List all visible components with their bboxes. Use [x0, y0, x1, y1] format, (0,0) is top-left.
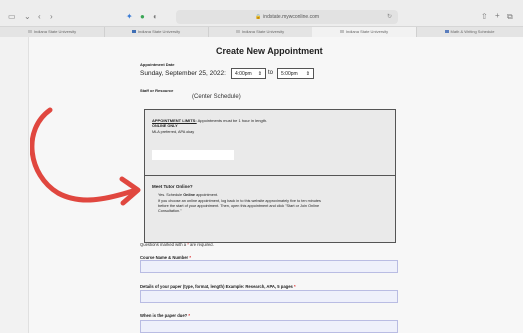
address-bar[interactable]: 🔒 indstate.mywconline.com ↻ [176, 10, 398, 24]
tab-2[interactable]: Indiana State University [104, 27, 209, 37]
favicon-icon [444, 30, 449, 34]
end-time-value: 5:00pm [281, 71, 298, 77]
annotation-arrow-icon [30, 107, 141, 206]
select-arrow-icon: ⇕ [305, 71, 310, 77]
online-option-suffix: appointment. [195, 193, 219, 197]
paper-details-label: Details of your paper (type, format, len… [140, 284, 296, 289]
required-star: * [294, 284, 296, 289]
favicon-icon [235, 30, 240, 34]
staff-resource-label: Staff or Resource [140, 88, 174, 93]
left-sidebar [0, 37, 29, 333]
appointment-date-text: Sunday, September 25, 2022: [140, 70, 226, 77]
tab-1[interactable]: Indiana State University [0, 27, 105, 37]
start-time-value: 4:00pm [235, 71, 252, 77]
tab-4[interactable]: Indiana State University [312, 27, 417, 37]
to-label: to [268, 70, 274, 76]
appointment-date-label: Appointment Date [140, 62, 175, 67]
paper-details-label-text: Details of your paper (type, format, len… [140, 284, 295, 289]
tab-3[interactable]: Indiana State University [208, 27, 313, 37]
favicon-icon [339, 30, 344, 34]
notes-field[interactable] [152, 150, 234, 160]
online-option-prefix: Yes. Schedule [158, 193, 184, 197]
due-date-label: When is the paper due? * [140, 313, 190, 318]
extension-icon[interactable]: ✦ [126, 12, 133, 22]
start-time-select[interactable]: 4:00pm ⇕ [231, 68, 266, 79]
due-date-label-text: When is the paper due? [140, 313, 189, 318]
online-option-bold: Online [183, 193, 196, 197]
lock-icon: 🔒 [254, 14, 262, 20]
browser-window: ▭ ⌄ ‹ › ✦ ● ◐ 🔒 indstate.mywconline.com ↻… [0, 0, 523, 333]
favicon-icon [131, 30, 136, 34]
back-icon[interactable]: ‹ [38, 12, 41, 22]
online-instructions-line1: If you choose an online appointment, log… [158, 199, 321, 203]
required-note-suffix: are required. [188, 242, 214, 247]
tab-label: Indiana State University [137, 29, 181, 34]
share-icon[interactable]: ⇧ [481, 12, 488, 22]
online-instructions-line2: before the start of your appointment. Th… [158, 204, 320, 208]
grammarly-icon[interactable]: ● [140, 12, 145, 22]
forward-icon[interactable]: › [50, 12, 53, 22]
select-arrow-icon: ⇕ [257, 71, 262, 77]
url-text: indstate.mywconline.com [263, 14, 320, 20]
tab-5[interactable]: Math & Writing Schedule [416, 27, 523, 37]
course-name-input[interactable] [140, 260, 398, 273]
favicon-icon [27, 30, 32, 34]
end-time-select[interactable]: 5:00pm ⇕ [277, 68, 314, 79]
shield-icon[interactable]: ◐ [153, 12, 158, 22]
limits-text: APPOINTMENT LIMITS: Appointments must be… [152, 118, 267, 123]
online-option[interactable]: Yes. Schedule Online appointment. [158, 193, 218, 197]
tab-label: Indiana State University [241, 29, 285, 34]
sidebar-toggle-icon[interactable]: ▭ [8, 12, 16, 22]
tab-label: Indiana State University [345, 29, 389, 34]
staff-resource-value: (Center Schedule) [192, 94, 241, 100]
paper-details-input[interactable] [140, 290, 398, 303]
chevron-down-icon[interactable]: ⌄ [24, 12, 31, 22]
reload-icon[interactable]: ↻ [387, 10, 392, 24]
tab-label: Indiana State University [33, 29, 77, 34]
meet-tutor-online-box: Meet Tutor Online? Yes. Schedule Online … [144, 175, 396, 243]
new-tab-icon[interactable]: + [495, 11, 500, 21]
due-date-input[interactable] [140, 320, 398, 333]
required-star: * [188, 313, 191, 318]
limits-body: Appointments must be 1 hour in length. [196, 118, 268, 123]
tab-label: Math & Writing Schedule [450, 29, 495, 34]
required-note-prefix: Questions marked with a [140, 242, 188, 247]
online-instructions-line3: Consultation." [158, 209, 182, 213]
required-note: Questions marked with a * are required. [140, 242, 214, 247]
page-title: Create New Appointment [216, 46, 323, 56]
tab-overview-icon[interactable]: ⧉ [507, 12, 513, 22]
